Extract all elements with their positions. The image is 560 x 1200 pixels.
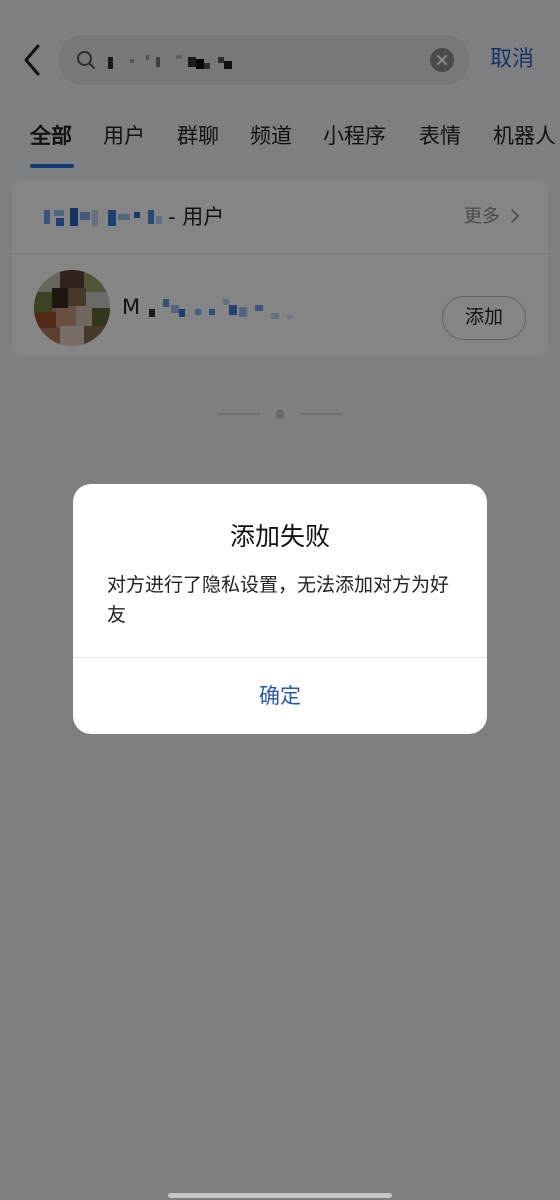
dialog-title: 添加失败 (229, 522, 330, 551)
confirm-button[interactable]: 确定 (73, 658, 487, 734)
error-dialog: 添加失败 对方进行了隐私设置，无法添加对方为好友 确定 (73, 484, 487, 734)
dialog-message: 对方进行了隐私设置，无法添加对方为好友 (107, 574, 450, 626)
home-indicator (168, 1193, 392, 1198)
